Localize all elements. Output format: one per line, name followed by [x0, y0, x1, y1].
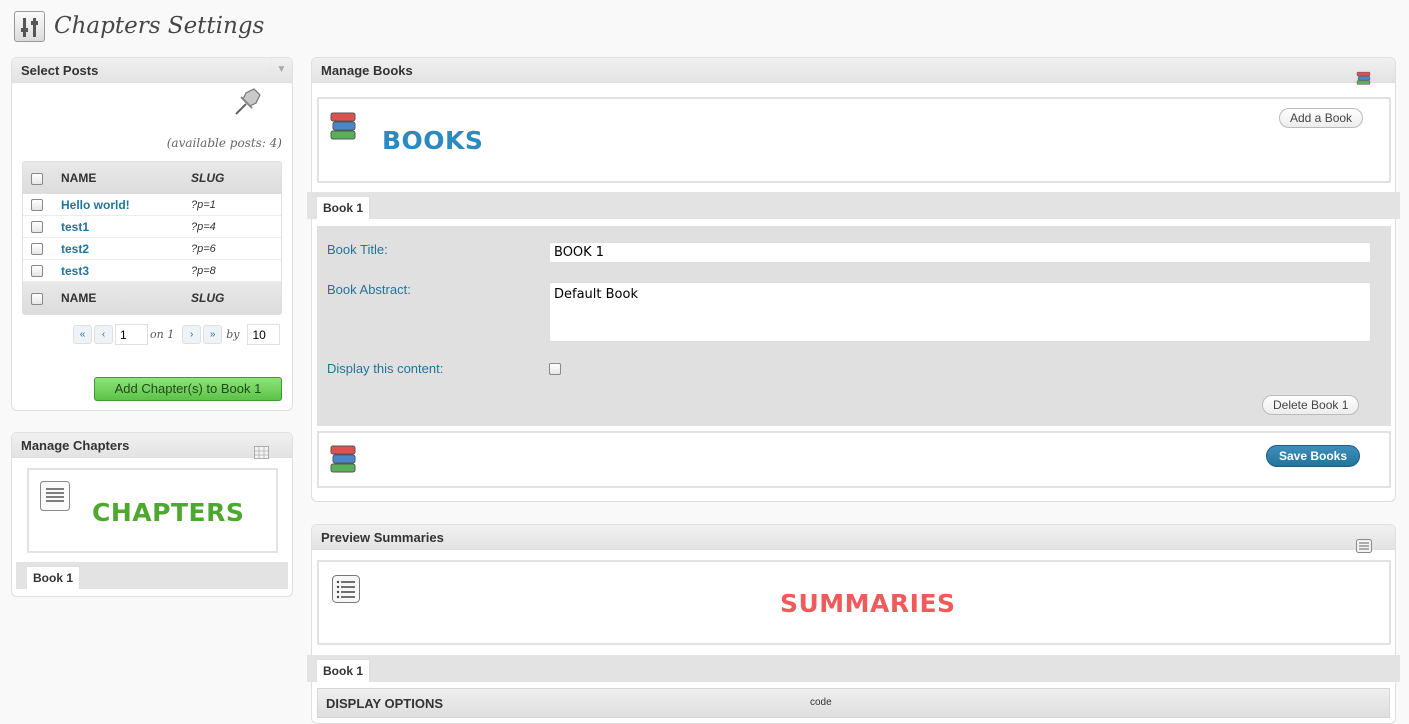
manage-books-box: Manage Books BOOKS Add a Book Book 1 Boo…	[307, 57, 1400, 502]
manage-books-header: Manage Books	[312, 58, 1395, 85]
books-icon	[330, 445, 356, 473]
add-book-button[interactable]: Add a Book	[1279, 108, 1364, 128]
post-slug: ?p=6	[190, 238, 281, 260]
first-page-button[interactable]: «	[73, 325, 92, 344]
row-checkbox[interactable]	[31, 220, 43, 233]
post-link[interactable]: test1	[61, 220, 89, 234]
column-footer-name[interactable]: NAME	[57, 282, 190, 314]
row-checkbox[interactable]	[31, 198, 43, 211]
grid-icon	[254, 446, 269, 459]
manage-chapters-box: Manage Chapters CHAPTERS Book 1	[11, 432, 293, 597]
book-title-label: Book Title:	[327, 242, 388, 257]
book-title-input[interactable]	[549, 242, 1371, 263]
next-page-button[interactable]: ›	[182, 325, 202, 344]
tab-book-1[interactable]: Book 1	[316, 196, 371, 219]
preview-summaries-title: Preview Summaries	[321, 530, 444, 545]
post-slug: ?p=1	[190, 194, 281, 216]
row-checkbox[interactable]	[31, 242, 43, 255]
page-count-label: on 1	[150, 328, 175, 341]
column-header-slug[interactable]: SLUG	[190, 162, 281, 194]
post-slug: ?p=8	[190, 260, 281, 282]
select-posts-title: Select Posts	[21, 63, 99, 78]
add-chapters-button[interactable]: Add Chapter(s) to Book 1	[94, 377, 282, 401]
per-page-label: by	[226, 328, 240, 341]
display-content-label: Display this content:	[327, 361, 444, 376]
preview-summaries-header: Preview Summaries	[312, 525, 1395, 553]
select-all-checkbox[interactable]	[31, 172, 43, 185]
table-footer-row: NAME SLUG	[23, 282, 281, 314]
book-abstract-label: Book Abstract:	[327, 282, 411, 297]
manage-books-title: Manage Books	[321, 63, 413, 78]
display-options-row: DISPLAY OPTIONS code	[317, 688, 1390, 718]
save-books-button[interactable]: Save Books	[1266, 445, 1361, 467]
books-icon	[1356, 71, 1371, 85]
post-slug: ?p=4	[190, 216, 281, 238]
book-form: Book Title: Book Abstract: Default Book …	[317, 226, 1391, 426]
settings-icon	[14, 10, 45, 42]
manage-chapters-header: Manage Chapters	[12, 433, 292, 459]
collapse-toggle-icon[interactable]: ▼	[270, 58, 292, 82]
post-link[interactable]: test2	[61, 242, 89, 256]
page-number-input[interactable]	[115, 324, 148, 345]
display-content-checkbox[interactable]	[549, 363, 561, 375]
summaries-tabs: Book 1	[307, 655, 1400, 682]
list-icon	[332, 575, 360, 603]
per-page-input[interactable]	[247, 324, 281, 345]
books-banner-text: BOOKS	[382, 126, 484, 155]
document-icon	[40, 481, 70, 511]
column-header-name[interactable]: NAME	[57, 162, 190, 194]
prev-page-button[interactable]: ‹	[94, 325, 113, 344]
column-footer-slug[interactable]: SLUG	[190, 282, 281, 314]
post-link[interactable]: Hello world!	[61, 198, 130, 212]
chapters-tabs: Book 1	[16, 562, 288, 589]
summaries-banner-text: SUMMARIES	[780, 589, 956, 618]
pushpin-icon	[235, 88, 261, 115]
books-banner-panel: BOOKS Add a Book	[317, 97, 1391, 183]
table-row: test1 ?p=4	[23, 216, 281, 238]
display-options-heading: DISPLAY OPTIONS	[326, 696, 444, 711]
code-column-label: code	[810, 697, 832, 708]
tab-book-1[interactable]: Book 1	[26, 566, 81, 589]
last-page-button[interactable]: »	[203, 325, 223, 344]
delete-book-button[interactable]: Delete Book 1	[1262, 395, 1360, 415]
tab-book-1[interactable]: Book 1	[316, 659, 371, 682]
row-checkbox[interactable]	[31, 264, 43, 277]
table-header-row: NAME SLUG	[23, 162, 281, 194]
list-icon	[1356, 539, 1372, 553]
page-title: Chapters Settings	[54, 13, 265, 39]
available-posts-count: (available posts: 4)	[166, 136, 282, 150]
post-link[interactable]: test3	[61, 264, 89, 278]
table-row: test2 ?p=6	[23, 238, 281, 260]
books-tabs: Book 1	[307, 192, 1400, 219]
books-save-panel: Save Books	[317, 431, 1391, 488]
table-row: test3 ?p=8	[23, 260, 281, 282]
posts-table: NAME SLUG Hello world! ?p=1 test1 ?p=4 t…	[22, 161, 282, 315]
select-posts-box: Select Posts ▼ (available posts: 4) NAME…	[11, 57, 293, 411]
pagination: « ‹ on 1 › » by	[73, 324, 281, 345]
manage-chapters-title: Manage Chapters	[21, 438, 130, 453]
chapters-banner-panel: CHAPTERS	[27, 468, 278, 553]
page-header: Chapters Settings	[14, 10, 264, 42]
summaries-banner-panel: SUMMARIES	[317, 560, 1391, 645]
books-icon	[330, 112, 356, 140]
book-abstract-textarea[interactable]: Default Book	[549, 282, 1371, 342]
chapters-banner-text: CHAPTERS	[92, 498, 245, 527]
table-row: Hello world! ?p=1	[23, 194, 281, 216]
select-posts-header: Select Posts ▼	[12, 58, 292, 83]
select-all-checkbox-footer[interactable]	[31, 292, 43, 305]
